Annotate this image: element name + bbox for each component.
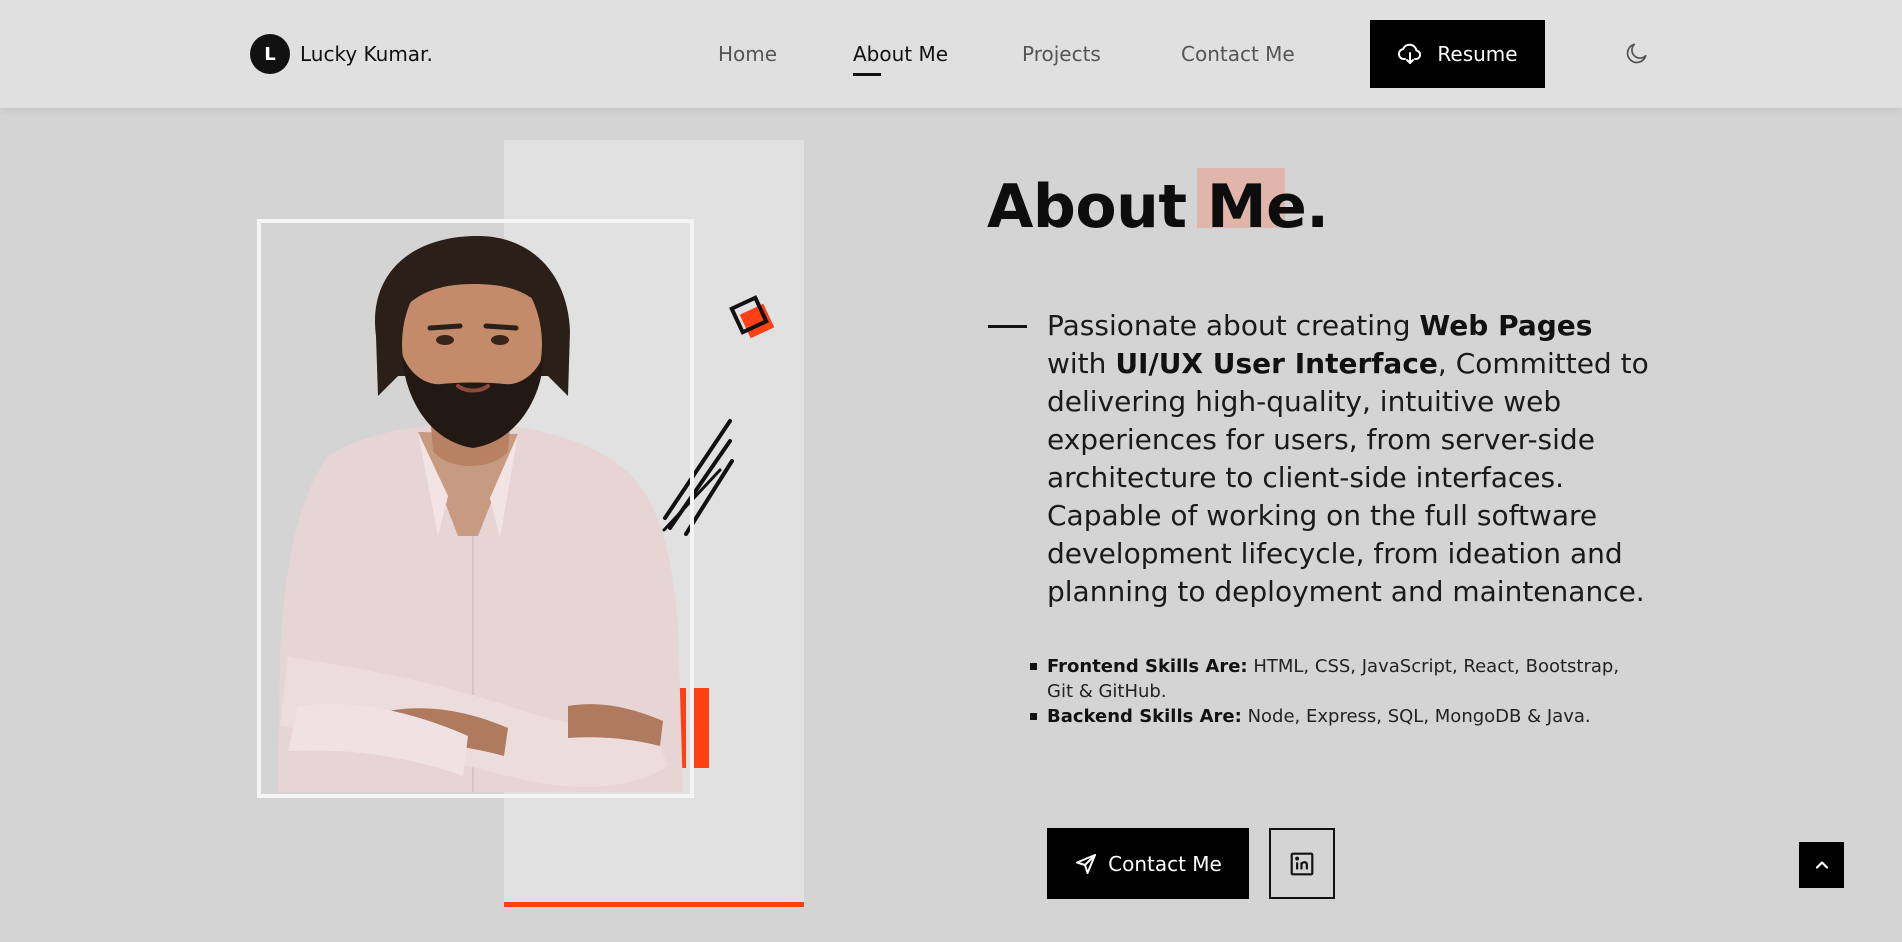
- backdrop-accent-line: [504, 902, 804, 907]
- chevron-up-icon: [1815, 861, 1828, 869]
- desc-text-2: with: [1047, 347, 1116, 380]
- nav-active-underline: [853, 73, 881, 76]
- site-header: L Lucky Kumar. Home About Me Projects Co…: [0, 0, 1902, 108]
- brand-name[interactable]: Lucky Kumar.: [300, 42, 433, 66]
- scroll-to-top-button[interactable]: [1799, 842, 1844, 888]
- linkedin-button[interactable]: [1269, 828, 1335, 899]
- send-icon: [1076, 853, 1097, 874]
- contact-me-button[interactable]: Contact Me: [1047, 828, 1249, 899]
- skill-backend: Backend Skills Are: Node, Express, SQL, …: [1030, 704, 1650, 729]
- profile-photo: [278, 236, 683, 792]
- brand-logo[interactable]: L: [250, 34, 290, 74]
- about-description: Passionate about creating Web Pages with…: [1047, 307, 1657, 611]
- resume-label: Resume: [1437, 42, 1518, 66]
- decorative-squares-icon: [729, 295, 775, 339]
- skill-frontend-label: Frontend Skills Are:: [1047, 656, 1248, 677]
- nav-about-me[interactable]: About Me: [853, 42, 949, 76]
- theme-toggle[interactable]: [1624, 40, 1652, 68]
- linkedin-icon: [1290, 852, 1314, 875]
- nav-contact-me[interactable]: Contact Me: [1181, 42, 1295, 66]
- nav-projects[interactable]: Projects: [1022, 42, 1101, 66]
- skill-backend-label: Backend Skills Are:: [1047, 706, 1242, 727]
- contact-me-label: Contact Me: [1108, 851, 1222, 876]
- nav-home[interactable]: Home: [718, 42, 777, 66]
- brand[interactable]: L Lucky Kumar.: [250, 34, 433, 74]
- cloud-download-icon: [1398, 43, 1422, 64]
- description-dash: [988, 325, 1027, 328]
- desc-highlight-ui-ux: UI/UX User Interface: [1115, 347, 1438, 380]
- skill-frontend: Frontend Skills Are: HTML, CSS, JavaScri…: [1030, 654, 1650, 704]
- desc-highlight-web-pages: Web Pages: [1419, 309, 1593, 342]
- resume-button[interactable]: Resume: [1370, 20, 1545, 88]
- skills-list: Frontend Skills Are: HTML, CSS, JavaScri…: [1030, 654, 1650, 729]
- page-title: About Me.: [987, 172, 1329, 242]
- skill-backend-value: Node, Express, SQL, MongoDB & Java.: [1241, 706, 1591, 727]
- nav-about-me-label: About Me: [853, 42, 949, 66]
- desc-text-1: Passionate about creating: [1047, 309, 1420, 342]
- moon-icon: [1626, 43, 1647, 64]
- desc-text-3: , Committed to delivering high-quality, …: [1047, 347, 1649, 608]
